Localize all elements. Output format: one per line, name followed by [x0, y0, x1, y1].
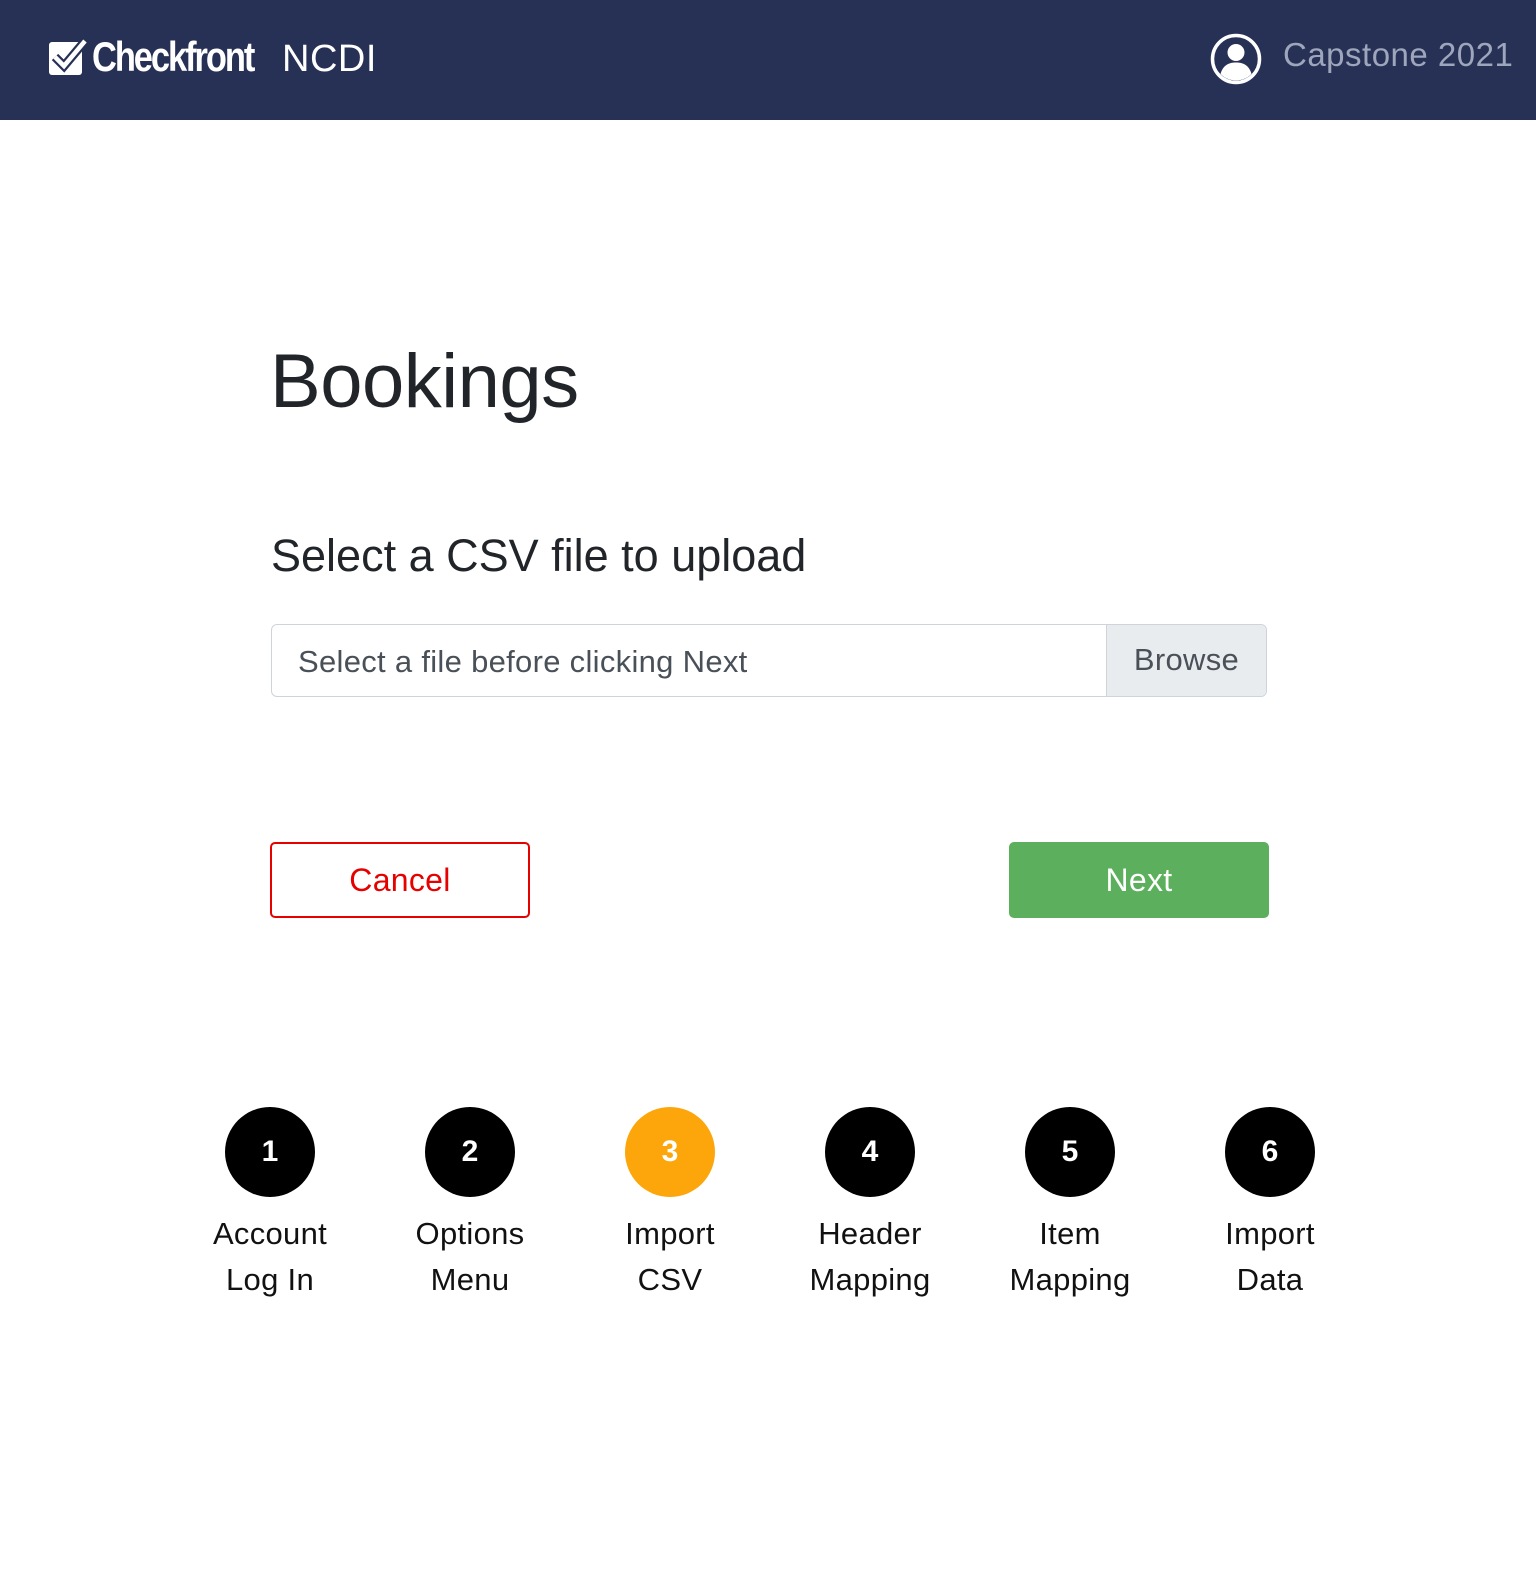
app-name: NCDI	[282, 38, 377, 80]
step-label-line: Options	[415, 1216, 525, 1251]
step-label: Options Menu	[380, 1211, 560, 1303]
user-name[interactable]: Capstone 2021	[1283, 32, 1513, 78]
step-label: Account Log In	[180, 1211, 360, 1303]
step-label-line: Header	[818, 1216, 922, 1251]
step-label: Header Mapping	[780, 1211, 960, 1303]
step-label-line: Item	[1039, 1216, 1101, 1251]
step-label-line: Import	[1225, 1216, 1315, 1251]
step-5: 5 Item Mapping	[980, 1107, 1160, 1303]
step-number: 1	[225, 1107, 315, 1197]
step-label-line: Data	[1236, 1262, 1304, 1297]
step-number: 5	[1025, 1107, 1115, 1197]
step-label-line: Import	[625, 1216, 715, 1251]
file-input-placeholder: Select a file before clicking Next	[298, 644, 748, 679]
step-number: 4	[825, 1107, 915, 1197]
user-circle-icon[interactable]	[1210, 33, 1262, 85]
step-number: 6	[1225, 1107, 1315, 1197]
brand-name: Checkfront	[92, 33, 255, 80]
checkbox-check-icon	[49, 38, 87, 75]
section-title: Select a CSV file to upload	[271, 530, 807, 581]
next-button[interactable]: Next	[1009, 842, 1269, 918]
step-1: 1 Account Log In	[180, 1107, 360, 1303]
file-input[interactable]: Select a file before clicking Next Brows…	[271, 624, 1267, 697]
step-2: 2 Options Menu	[380, 1107, 560, 1303]
step-label-line: CSV	[637, 1262, 703, 1297]
step-label-line: Mapping	[1009, 1262, 1131, 1297]
step-label: Import CSV	[580, 1211, 760, 1303]
browse-button[interactable]: Browse	[1106, 625, 1266, 696]
step-label: Import Data	[1180, 1211, 1360, 1303]
page-title: Bookings	[270, 339, 579, 424]
step-number: 2	[425, 1107, 515, 1197]
cancel-button[interactable]: Cancel	[270, 842, 530, 918]
step-number-active: 3	[625, 1107, 715, 1197]
step-label-line: Menu	[430, 1262, 510, 1297]
brand-logo[interactable]: Checkfront	[47, 32, 289, 82]
step-label: Item Mapping	[980, 1211, 1160, 1303]
step-label-line: Account	[212, 1216, 328, 1251]
step-label-line: Mapping	[809, 1262, 931, 1297]
step-3: 3 Import CSV	[580, 1107, 760, 1303]
step-4: 4 Header Mapping	[780, 1107, 960, 1303]
top-navbar: Checkfront NCDI Capstone 2021	[0, 0, 1536, 120]
step-6: 6 Import Data	[1180, 1107, 1360, 1303]
step-label-line: Log In	[226, 1262, 314, 1297]
